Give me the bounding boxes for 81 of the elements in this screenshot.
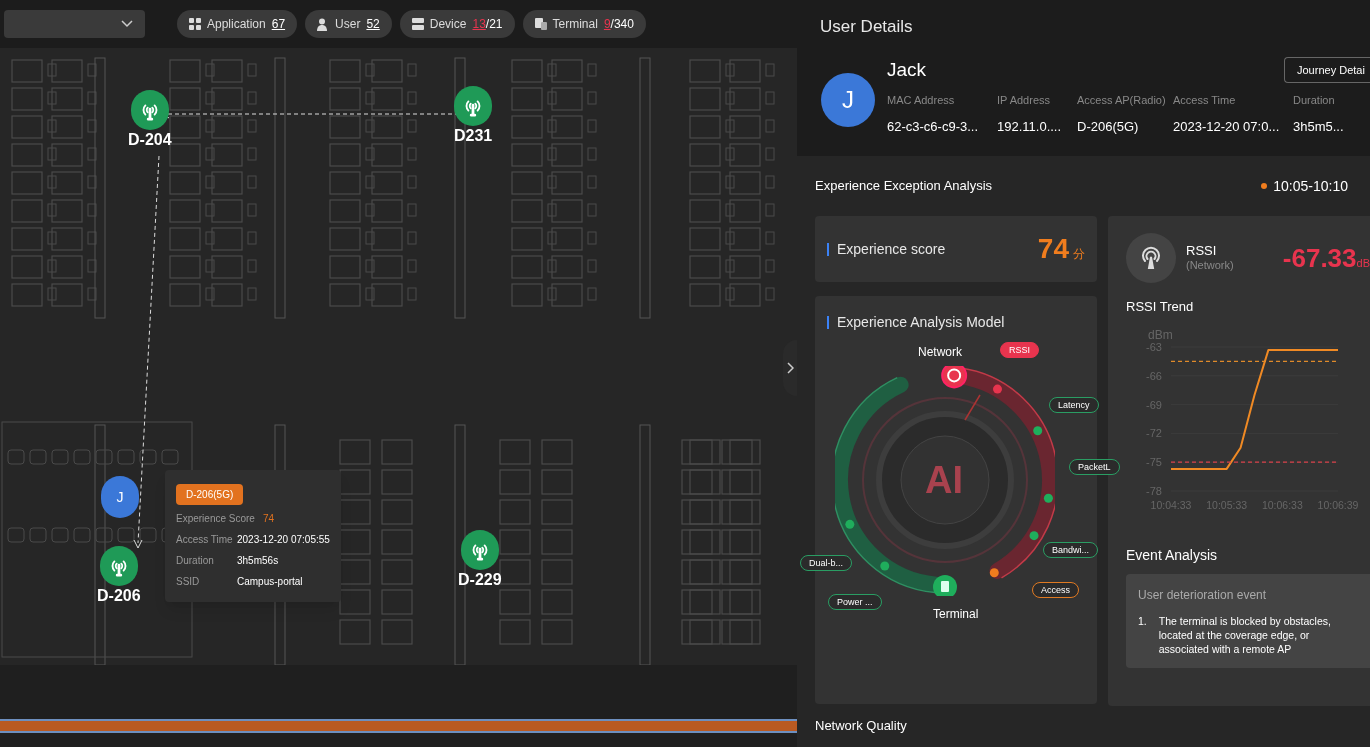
user-icon xyxy=(317,17,330,31)
user-name: Jack xyxy=(887,58,927,82)
chevron-right-icon xyxy=(786,362,794,374)
journey-details-button[interactable]: Journey Detai xyxy=(1284,57,1370,83)
chip-label: Device xyxy=(429,16,467,33)
access-point-label: D231 xyxy=(454,126,493,146)
score-value: 74 xyxy=(1037,232,1069,266)
access-point-marker[interactable] xyxy=(460,530,499,570)
access-point-label: D-204 xyxy=(128,130,172,150)
chip-count: 52 xyxy=(366,16,380,33)
phone-icon xyxy=(534,18,547,30)
popup-value: 2023-12-20 07:05:55 xyxy=(237,533,330,547)
indicator-tag[interactable]: Power ... xyxy=(828,594,882,610)
field-value: 2023-12-20 07:0... xyxy=(1173,117,1281,136)
indicator-tag[interactable]: Latency xyxy=(1049,397,1099,413)
metric-source: (Network) xyxy=(1186,258,1234,272)
count-chip[interactable]: Terminal 9/340 xyxy=(522,10,646,38)
list-number: 1. xyxy=(1138,613,1147,629)
indicator-tag[interactable]: Access xyxy=(1032,582,1079,598)
field-label: Duration xyxy=(1293,93,1336,108)
access-point-label: D-206 xyxy=(97,586,141,606)
time-range: 10:05-10:10 xyxy=(1273,176,1348,196)
metric-name: RSSI xyxy=(1186,244,1218,258)
center-label: AI xyxy=(925,460,963,500)
terminal-label: Terminal xyxy=(933,606,979,623)
popup-label: Duration xyxy=(176,554,215,568)
rssi-unit: dB xyxy=(1356,256,1370,271)
field-value: 192.11.0.... xyxy=(997,117,1063,136)
grid-icon xyxy=(189,18,201,30)
line-series xyxy=(1170,348,1339,470)
collapse-handle[interactable] xyxy=(783,340,797,396)
chip-total: /21 xyxy=(485,16,503,33)
count-chip[interactable]: User 52 xyxy=(305,10,392,38)
field-value: D-206(5G) xyxy=(1077,117,1140,136)
card-title: Experience score xyxy=(837,239,946,259)
field-label: IP Address xyxy=(997,93,1051,108)
count-chip[interactable]: Device 13/21 xyxy=(399,10,515,38)
chip-count: 9 xyxy=(603,16,611,33)
indicator-tag[interactable]: RSSI xyxy=(1000,342,1039,358)
antenna-icon xyxy=(1139,246,1163,270)
chip-count: 13 xyxy=(472,16,486,33)
indicator-tag[interactable]: Bandwi... xyxy=(1043,542,1099,558)
chip-label: User xyxy=(335,16,361,33)
popup-label: SSID xyxy=(176,575,201,589)
section-title: Experience Exception Analysis xyxy=(815,177,993,196)
section-title: Event Analysis xyxy=(1126,545,1219,565)
popup-value: Campus-portal xyxy=(237,575,303,589)
field-value: 3h5m5... xyxy=(1293,117,1345,136)
rssi-value: -67.33 xyxy=(1282,241,1357,275)
network-label: Network xyxy=(918,344,962,361)
event-heading: User deterioration event xyxy=(1138,586,1268,604)
chip-label: Terminal xyxy=(552,16,598,33)
panel-title: User Details xyxy=(820,16,913,38)
field-label: MAC Address xyxy=(887,93,956,108)
chip-label: Application xyxy=(207,16,266,33)
popup-label: Access Time xyxy=(176,533,234,547)
field-value: 62-c3-c6-c9-3... xyxy=(887,117,980,136)
popup-label: Experience Score xyxy=(176,512,256,526)
score-unit: 分 xyxy=(1073,246,1085,263)
access-point-label: D-229 xyxy=(458,570,502,590)
popup-value: 3h5m56s xyxy=(237,554,279,568)
card-title: Experience Analysis Model xyxy=(837,313,1005,332)
count-chip[interactable]: Application 67 xyxy=(177,10,298,38)
user-avatar: J xyxy=(821,73,875,127)
chevron-down-icon xyxy=(121,20,133,28)
device-icon xyxy=(411,18,424,30)
chart-title: RSSI Trend xyxy=(1126,298,1195,316)
event-text: The terminal is blocked by obstacles, located at the coverage edge, or associated with a remote AP xyxy=(1158,613,1332,656)
user-avatar[interactable]: J xyxy=(101,476,139,518)
access-point-marker[interactable] xyxy=(454,86,493,126)
field-label: Access Time xyxy=(1173,93,1237,108)
access-point-marker[interactable] xyxy=(130,90,169,130)
popup-value: 74 xyxy=(263,512,275,526)
field-label: Access AP(Radio) xyxy=(1077,93,1167,108)
chip-total: /340 xyxy=(610,16,634,33)
section-title: Network Quality xyxy=(815,718,908,734)
indicator-tag[interactable]: Dual-b... xyxy=(800,555,852,571)
ap-badge: D-206(5G) xyxy=(176,484,244,505)
chip-count: 67 xyxy=(271,16,286,33)
access-point-marker[interactable] xyxy=(99,546,138,586)
indicator-tag[interactable]: PacketL xyxy=(1069,459,1120,475)
